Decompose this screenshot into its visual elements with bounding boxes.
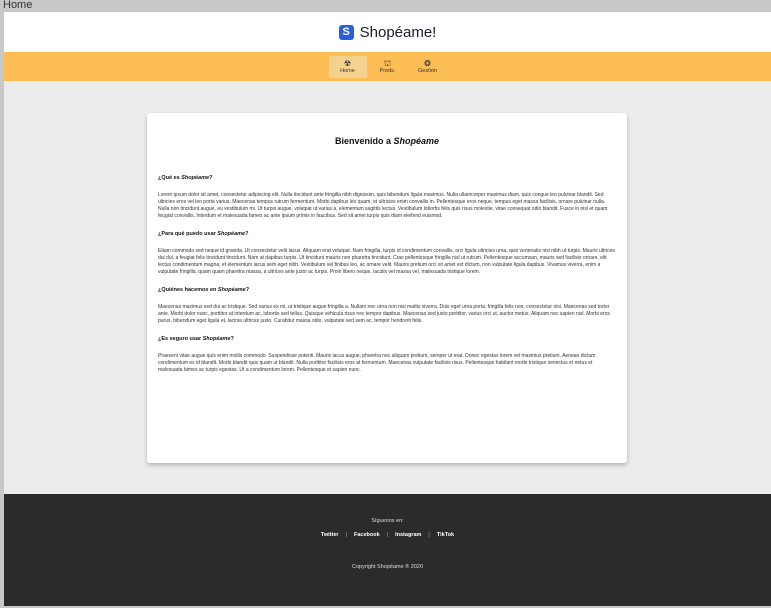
divider: | <box>386 532 389 538</box>
window-tab[interactable]: Home <box>0 0 771 12</box>
section-body: Maecenas maximus sed dui ac tristique. S… <box>158 304 610 324</box>
footer: Síguenos en: Twitter | Facebook | Instag… <box>4 494 771 606</box>
heading-prefix: ¿Qué es <box>158 175 182 181</box>
page: S Shopéame! ☢ Home ⛫ Prods. ❂ Gestión Bi… <box>4 12 771 606</box>
tiktok-link[interactable]: TikTok <box>437 532 454 538</box>
section-heading: ¿Es seguro usar Shopéame? <box>158 336 616 342</box>
twitter-link[interactable]: Twitter <box>321 532 339 538</box>
welcome-card: Bienvenido a Shopéame ¿Qué es Shopéame? … <box>147 113 627 463</box>
facebook-link[interactable]: Facebook <box>354 532 380 538</box>
home-icon: ☢ <box>343 59 352 68</box>
bug-icon: ❂ <box>424 59 431 68</box>
heading-prefix: ¿Para qué puedo usar <box>158 231 218 237</box>
tab-home[interactable]: ☢ Home <box>328 55 367 78</box>
brand-header: S Shopéame! <box>4 12 771 52</box>
heading-prefix: ¿Es seguro usar <box>158 336 203 342</box>
instagram-link[interactable]: Instagram <box>395 532 421 538</box>
section-body: Etiam commodo sed neque id gravida. Ut c… <box>158 248 615 275</box>
tab-label: Gestión <box>418 68 437 74</box>
divider: | <box>428 532 430 538</box>
heading-brand: Shopéame <box>202 336 231 342</box>
heading-brand: Shopéame <box>181 175 210 181</box>
tab-label: Home <box>340 68 355 74</box>
section-heading: ¿Para qué puedo usar Shopéame? <box>158 231 616 237</box>
main-nav: ☢ Home ⛫ Prods. ❂ Gestión <box>4 52 771 81</box>
brand-name: Shopéame! <box>359 23 437 41</box>
page-title-prefix: Bienvenido a <box>334 136 394 146</box>
section-heading: ¿Qué es Shopéame? <box>158 175 616 181</box>
tab-label: Prods. <box>379 68 396 74</box>
heading-suffix: ? <box>245 231 249 237</box>
heading-brand: Shopéame <box>217 231 246 237</box>
tab-management[interactable]: ❂ Gestión <box>409 56 447 78</box>
page-title: Bienvenido a Shopéame <box>158 136 616 146</box>
logo-icon: S <box>338 24 354 40</box>
divider: | <box>345 532 347 538</box>
heading-suffix: ? <box>209 175 213 181</box>
section-body: Lorem ipsum dolor sit amet, consectetur … <box>158 192 608 219</box>
heading-prefix: ¿Quiénes hacemos en <box>158 287 218 293</box>
heading-suffix: ? <box>230 336 234 342</box>
social-links: Twitter | Facebook | Instagram | TikTok <box>4 532 771 538</box>
page-title-brand: Shopéame <box>393 136 440 146</box>
follow-label: Síguenos en: <box>371 518 404 524</box>
binoculars-icon: ⛫ <box>383 59 392 68</box>
window-tab-title: Home <box>3 0 33 11</box>
section-heading: ¿Quiénes hacemos en Shopéame? <box>158 287 616 293</box>
heading-suffix: ? <box>245 287 250 293</box>
section-body: Praesent vitae augue quis enim mollis co… <box>158 353 596 373</box>
heading-brand: Shopéame <box>217 287 246 293</box>
copyright: Copyright Shopéame ® 2020 <box>351 564 423 570</box>
tab-products[interactable]: ⛫ Prods. <box>369 56 407 78</box>
